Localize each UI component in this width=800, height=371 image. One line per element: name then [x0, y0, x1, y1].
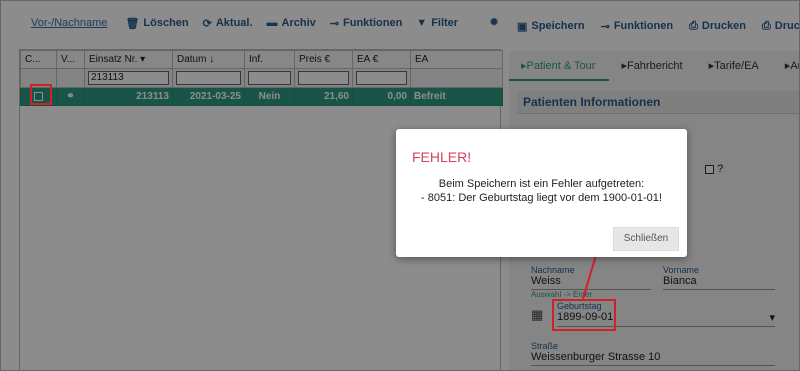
dialog-line-1: Beim Speichern ist ein Fehler aufgetrete…: [438, 178, 645, 190]
close-button[interactable]: Schließen: [613, 227, 679, 251]
dialog-line-2: - 8051: Der Geburtstag liegt vor dem 190…: [421, 192, 662, 204]
dialog-title: FEHLER!: [412, 149, 472, 165]
screen: Vor-/Nachname 🗑 Löschen ⟳ Aktual. ▬ Archiv …: [0, 0, 800, 371]
error-dialog: FEHLER! Beim Speichern ist ein Fehler au…: [396, 129, 687, 257]
dialog-message: Beim Speichern ist ein Fehler aufgetrete…: [396, 177, 687, 205]
